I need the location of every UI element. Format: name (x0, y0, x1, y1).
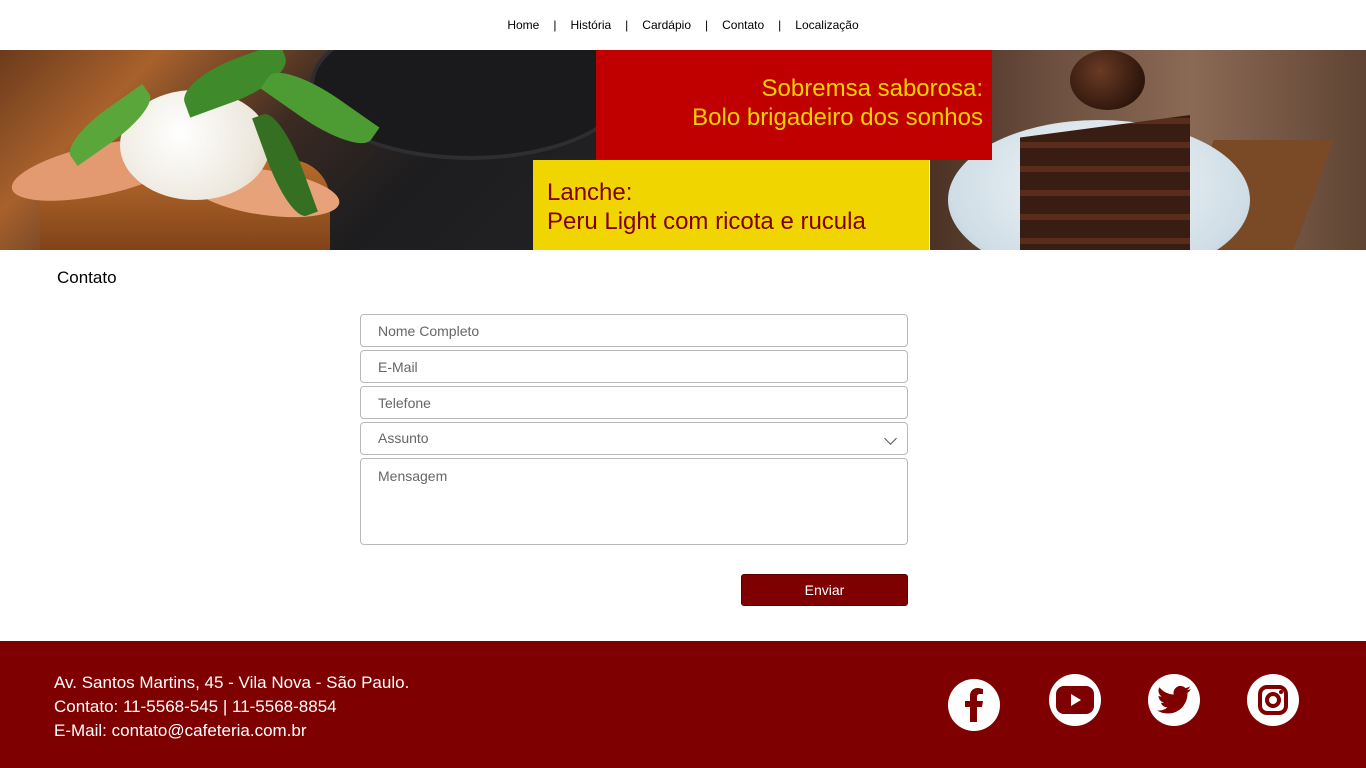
message-field[interactable] (360, 458, 908, 545)
contact-section-title: Contato (57, 268, 117, 287)
submit-button[interactable]: Enviar (741, 574, 908, 606)
facebook-icon[interactable] (948, 679, 1000, 731)
top-navigation: Home | História | Cardápio | Contato | L… (0, 0, 1366, 50)
footer-contact-info: Av. Santos Martins, 45 - Vila Nova - São… (54, 671, 409, 743)
cake-photo (930, 50, 1366, 250)
dessert-promo-label: Sobremsa saborosa: (761, 75, 983, 102)
dessert-promo-box: Sobremsa saborosa: Bolo brigadeiro dos s… (596, 50, 992, 160)
footer-address: Av. Santos Martins, 45 - Vila Nova - São… (54, 673, 410, 692)
snack-promo-box: Lanche: Peru Light com ricota e rucula (533, 160, 929, 250)
dessert-promo-name: Bolo brigadeiro dos sonhos (692, 104, 983, 131)
snack-promo-label: Lanche: (547, 179, 633, 206)
youtube-icon[interactable] (1049, 674, 1101, 726)
name-field[interactable] (360, 314, 908, 347)
nav-link-home[interactable]: Home (493, 18, 553, 32)
nav-link-localizacao[interactable]: Localização (781, 18, 872, 32)
hero-banner: Sobremsa saborosa: Bolo brigadeiro dos s… (0, 50, 1366, 250)
footer-phones: Contato: 11-5568-545 | 11-5568-8854 (54, 697, 337, 716)
chevron-down-icon (884, 432, 897, 445)
footer: Av. Santos Martins, 45 - Vila Nova - São… (0, 641, 1366, 768)
twitter-icon[interactable] (1148, 674, 1200, 726)
snack-promo-name: Peru Light com ricota e rucula (547, 208, 866, 235)
subject-select[interactable]: Assunto (360, 422, 908, 455)
nav-link-contato[interactable]: Contato (708, 18, 778, 32)
nav-link-cardapio[interactable]: Cardápio (628, 18, 705, 32)
footer-email: E-Mail: contato@cafeteria.com.br (54, 721, 307, 740)
instagram-icon[interactable] (1247, 674, 1299, 726)
subject-select-value: Assunto (378, 430, 429, 446)
phone-field[interactable] (360, 386, 908, 419)
nav-link-historia[interactable]: História (556, 18, 625, 32)
nav-menu: Home | História | Cardápio | Contato | L… (493, 18, 872, 32)
contact-form: Assunto (360, 314, 908, 548)
email-field[interactable] (360, 350, 908, 383)
